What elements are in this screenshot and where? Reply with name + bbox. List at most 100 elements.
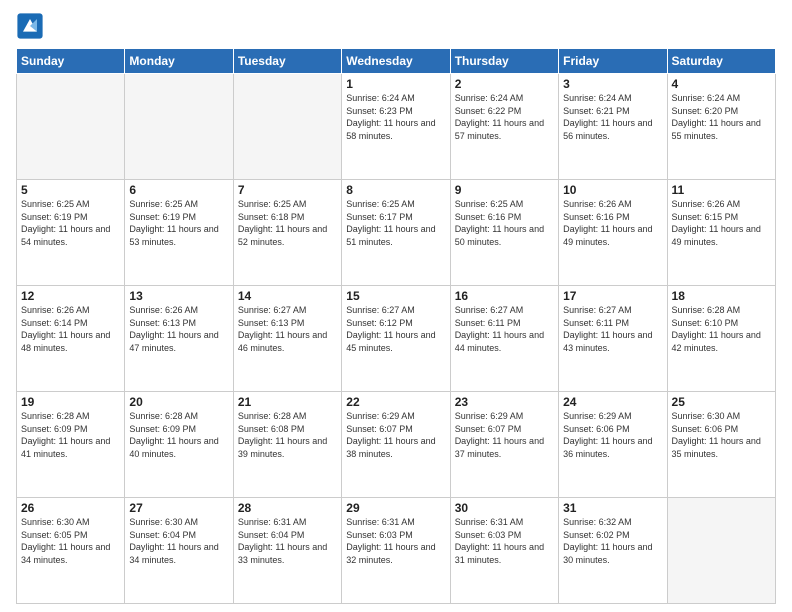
day-number: 16 [455,289,554,303]
day-cell: 24Sunrise: 6:29 AMSunset: 6:06 PMDayligh… [559,392,667,498]
day-info: Sunrise: 6:25 AMSunset: 6:16 PMDaylight:… [455,198,554,248]
day-info: Sunrise: 6:29 AMSunset: 6:07 PMDaylight:… [346,410,445,460]
calendar-table: SundayMondayTuesdayWednesdayThursdayFrid… [16,48,776,604]
weekday-header-tuesday: Tuesday [233,49,341,74]
weekday-header-monday: Monday [125,49,233,74]
day-info: Sunrise: 6:26 AMSunset: 6:16 PMDaylight:… [563,198,662,248]
day-number: 21 [238,395,337,409]
day-info: Sunrise: 6:26 AMSunset: 6:14 PMDaylight:… [21,304,120,354]
day-info: Sunrise: 6:25 AMSunset: 6:19 PMDaylight:… [129,198,228,248]
day-number: 5 [21,183,120,197]
day-info: Sunrise: 6:27 AMSunset: 6:12 PMDaylight:… [346,304,445,354]
day-number: 19 [21,395,120,409]
day-cell: 15Sunrise: 6:27 AMSunset: 6:12 PMDayligh… [342,286,450,392]
day-number: 23 [455,395,554,409]
day-info: Sunrise: 6:30 AMSunset: 6:04 PMDaylight:… [129,516,228,566]
day-info: Sunrise: 6:27 AMSunset: 6:11 PMDaylight:… [455,304,554,354]
day-info: Sunrise: 6:30 AMSunset: 6:05 PMDaylight:… [21,516,120,566]
day-number: 17 [563,289,662,303]
day-info: Sunrise: 6:28 AMSunset: 6:08 PMDaylight:… [238,410,337,460]
day-cell: 11Sunrise: 6:26 AMSunset: 6:15 PMDayligh… [667,180,775,286]
day-cell: 20Sunrise: 6:28 AMSunset: 6:09 PMDayligh… [125,392,233,498]
day-number: 2 [455,77,554,91]
day-info: Sunrise: 6:29 AMSunset: 6:06 PMDaylight:… [563,410,662,460]
day-cell: 4Sunrise: 6:24 AMSunset: 6:20 PMDaylight… [667,74,775,180]
day-cell: 27Sunrise: 6:30 AMSunset: 6:04 PMDayligh… [125,498,233,604]
day-cell: 7Sunrise: 6:25 AMSunset: 6:18 PMDaylight… [233,180,341,286]
day-info: Sunrise: 6:24 AMSunset: 6:23 PMDaylight:… [346,92,445,142]
day-number: 31 [563,501,662,515]
day-number: 14 [238,289,337,303]
day-info: Sunrise: 6:27 AMSunset: 6:13 PMDaylight:… [238,304,337,354]
week-row-3: 19Sunrise: 6:28 AMSunset: 6:09 PMDayligh… [17,392,776,498]
day-number: 27 [129,501,228,515]
day-info: Sunrise: 6:25 AMSunset: 6:19 PMDaylight:… [21,198,120,248]
day-info: Sunrise: 6:31 AMSunset: 6:03 PMDaylight:… [346,516,445,566]
day-cell: 30Sunrise: 6:31 AMSunset: 6:03 PMDayligh… [450,498,558,604]
week-row-4: 26Sunrise: 6:30 AMSunset: 6:05 PMDayligh… [17,498,776,604]
day-cell [125,74,233,180]
day-cell: 5Sunrise: 6:25 AMSunset: 6:19 PMDaylight… [17,180,125,286]
day-number: 18 [672,289,771,303]
day-info: Sunrise: 6:25 AMSunset: 6:17 PMDaylight:… [346,198,445,248]
day-info: Sunrise: 6:31 AMSunset: 6:03 PMDaylight:… [455,516,554,566]
day-info: Sunrise: 6:26 AMSunset: 6:13 PMDaylight:… [129,304,228,354]
day-info: Sunrise: 6:24 AMSunset: 6:22 PMDaylight:… [455,92,554,142]
day-number: 15 [346,289,445,303]
day-info: Sunrise: 6:28 AMSunset: 6:09 PMDaylight:… [21,410,120,460]
day-cell: 13Sunrise: 6:26 AMSunset: 6:13 PMDayligh… [125,286,233,392]
weekday-header-thursday: Thursday [450,49,558,74]
day-cell: 10Sunrise: 6:26 AMSunset: 6:16 PMDayligh… [559,180,667,286]
day-number: 4 [672,77,771,91]
day-number: 22 [346,395,445,409]
day-number: 25 [672,395,771,409]
day-number: 10 [563,183,662,197]
day-cell: 1Sunrise: 6:24 AMSunset: 6:23 PMDaylight… [342,74,450,180]
day-number: 28 [238,501,337,515]
day-number: 30 [455,501,554,515]
day-cell: 14Sunrise: 6:27 AMSunset: 6:13 PMDayligh… [233,286,341,392]
weekday-header-sunday: Sunday [17,49,125,74]
day-number: 20 [129,395,228,409]
day-cell: 9Sunrise: 6:25 AMSunset: 6:16 PMDaylight… [450,180,558,286]
day-cell: 29Sunrise: 6:31 AMSunset: 6:03 PMDayligh… [342,498,450,604]
day-info: Sunrise: 6:32 AMSunset: 6:02 PMDaylight:… [563,516,662,566]
day-info: Sunrise: 6:28 AMSunset: 6:09 PMDaylight:… [129,410,228,460]
day-cell: 8Sunrise: 6:25 AMSunset: 6:17 PMDaylight… [342,180,450,286]
day-number: 9 [455,183,554,197]
day-number: 29 [346,501,445,515]
day-cell [17,74,125,180]
week-row-1: 5Sunrise: 6:25 AMSunset: 6:19 PMDaylight… [17,180,776,286]
week-row-0: 1Sunrise: 6:24 AMSunset: 6:23 PMDaylight… [17,74,776,180]
day-number: 12 [21,289,120,303]
day-info: Sunrise: 6:24 AMSunset: 6:21 PMDaylight:… [563,92,662,142]
day-number: 11 [672,183,771,197]
day-cell [667,498,775,604]
day-cell: 25Sunrise: 6:30 AMSunset: 6:06 PMDayligh… [667,392,775,498]
day-number: 1 [346,77,445,91]
day-info: Sunrise: 6:28 AMSunset: 6:10 PMDaylight:… [672,304,771,354]
logo [16,12,48,40]
day-number: 7 [238,183,337,197]
day-number: 6 [129,183,228,197]
day-info: Sunrise: 6:29 AMSunset: 6:07 PMDaylight:… [455,410,554,460]
day-info: Sunrise: 6:30 AMSunset: 6:06 PMDaylight:… [672,410,771,460]
day-number: 26 [21,501,120,515]
day-cell: 26Sunrise: 6:30 AMSunset: 6:05 PMDayligh… [17,498,125,604]
day-number: 3 [563,77,662,91]
day-cell: 31Sunrise: 6:32 AMSunset: 6:02 PMDayligh… [559,498,667,604]
page: SundayMondayTuesdayWednesdayThursdayFrid… [0,0,792,612]
weekday-header-friday: Friday [559,49,667,74]
weekday-header-saturday: Saturday [667,49,775,74]
day-info: Sunrise: 6:26 AMSunset: 6:15 PMDaylight:… [672,198,771,248]
week-row-2: 12Sunrise: 6:26 AMSunset: 6:14 PMDayligh… [17,286,776,392]
day-info: Sunrise: 6:27 AMSunset: 6:11 PMDaylight:… [563,304,662,354]
day-info: Sunrise: 6:24 AMSunset: 6:20 PMDaylight:… [672,92,771,142]
header [16,12,776,40]
day-cell: 19Sunrise: 6:28 AMSunset: 6:09 PMDayligh… [17,392,125,498]
day-cell: 28Sunrise: 6:31 AMSunset: 6:04 PMDayligh… [233,498,341,604]
weekday-header-row: SundayMondayTuesdayWednesdayThursdayFrid… [17,49,776,74]
weekday-header-wednesday: Wednesday [342,49,450,74]
day-info: Sunrise: 6:25 AMSunset: 6:18 PMDaylight:… [238,198,337,248]
day-cell: 2Sunrise: 6:24 AMSunset: 6:22 PMDaylight… [450,74,558,180]
